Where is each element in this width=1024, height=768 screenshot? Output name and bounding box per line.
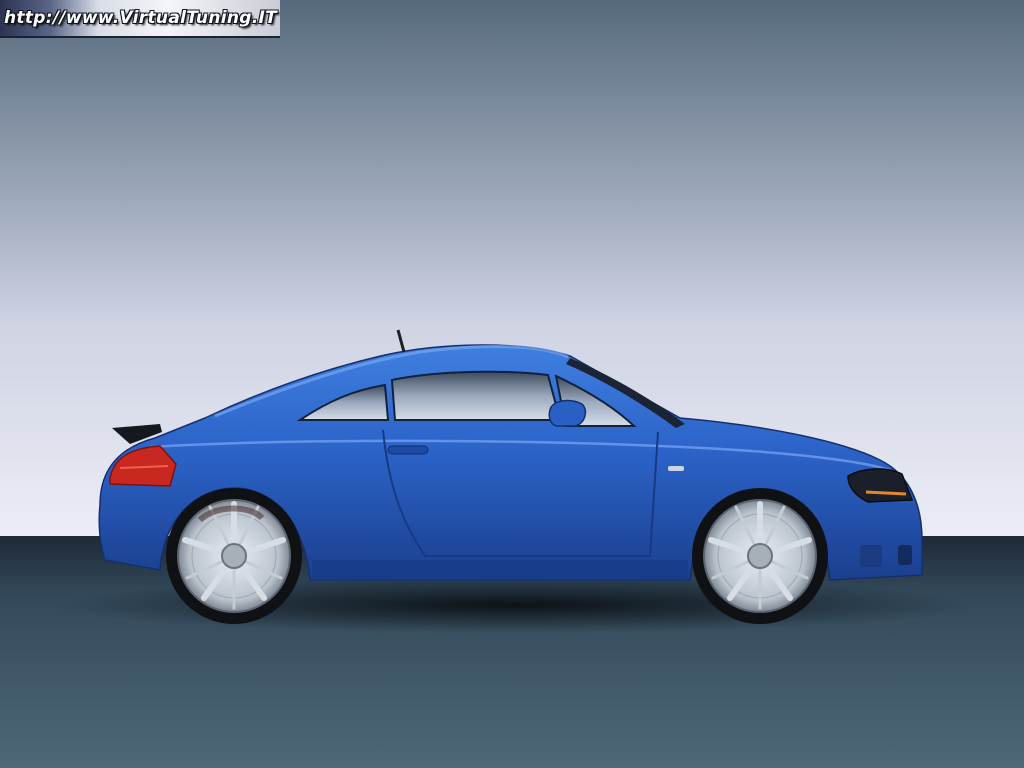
rear-wheel (166, 488, 302, 624)
front-wheel (692, 488, 828, 624)
watermark-banner: http://www.VirtualTuning.IT (0, 0, 280, 38)
car-photo (0, 0, 1024, 768)
watermark-text: http://www.VirtualTuning.IT (4, 8, 278, 28)
side-mirror (548, 399, 587, 427)
